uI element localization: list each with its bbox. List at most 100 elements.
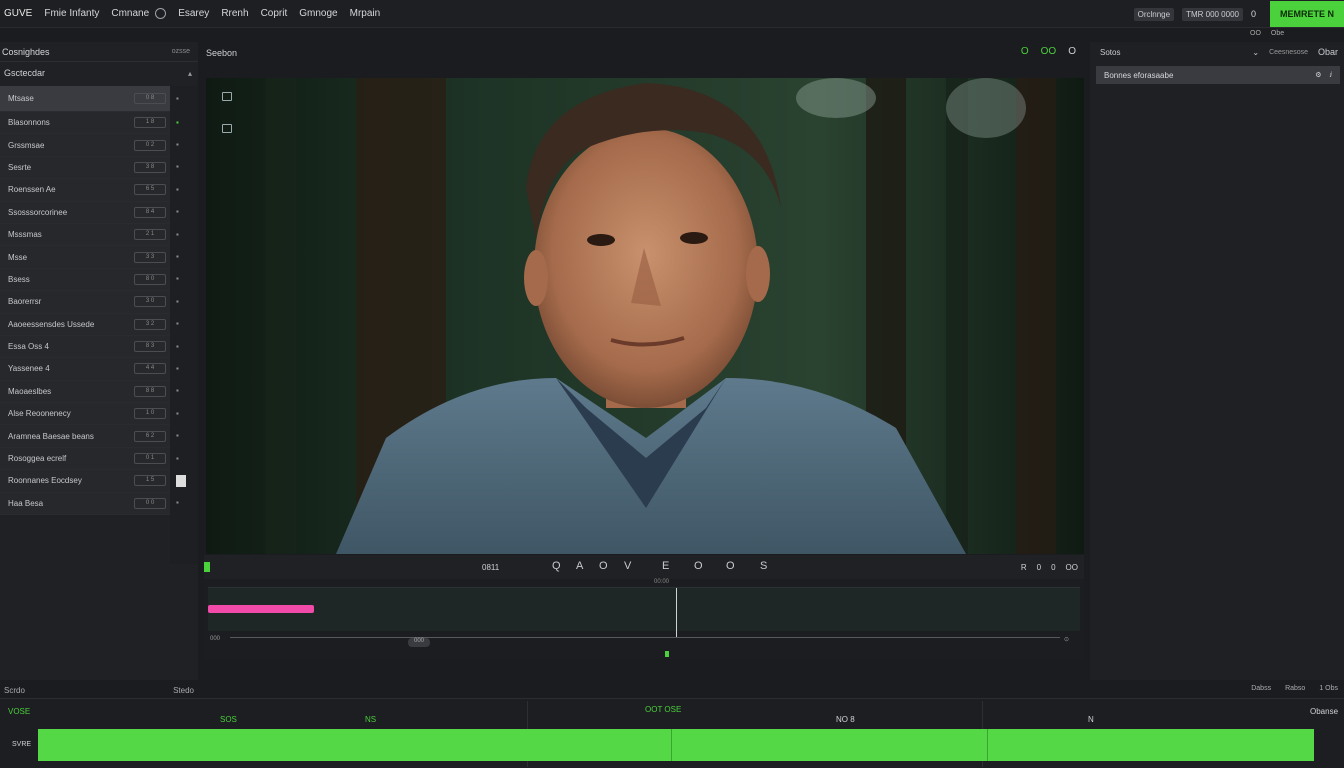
- menu-item[interactable]: Esarey: [178, 8, 209, 19]
- list-item[interactable]: Yassenee 44 4 ▪: [0, 358, 179, 381]
- link-icon[interactable]: OO: [1041, 46, 1057, 57]
- video-preview[interactable]: [206, 78, 1084, 554]
- list-item[interactable]: Sesrte 3 8 ▪: [0, 156, 179, 180]
- value-field[interactable]: 1 5: [134, 475, 166, 487]
- export-button[interactable]: MEMRETE N: [1270, 1, 1344, 27]
- record-icon[interactable]: [155, 8, 167, 19]
- toggle-icon[interactable]: ▪: [176, 342, 184, 351]
- mini-track[interactable]: [208, 587, 1080, 638]
- value-field[interactable]: 2 1: [134, 229, 166, 241]
- clip[interactable]: [208, 605, 314, 613]
- safe-area-icon[interactable]: [222, 92, 232, 101]
- value-field[interactable]: 1 8: [134, 117, 166, 129]
- zoom-end-icon[interactable]: ⊙: [1064, 636, 1069, 643]
- video-track-clip[interactable]: [38, 729, 1314, 761]
- value-field[interactable]: 0 8: [134, 93, 166, 104]
- value-field[interactable]: 4 4: [134, 363, 166, 375]
- value-field[interactable]: 8 8: [134, 385, 166, 397]
- value-field[interactable]: 0 0: [134, 497, 166, 509]
- list-item[interactable]: Roonnanes Eocdsey 1 5: [0, 470, 186, 493]
- toggle-icon[interactable]: ▪: [176, 141, 184, 149]
- value-field[interactable]: 8 4: [134, 206, 166, 218]
- toggle-icon[interactable]: ▪: [176, 230, 184, 239]
- check-icon[interactable]: V: [624, 560, 631, 572]
- info-icon[interactable]: ⅈ: [1330, 71, 1332, 79]
- toggle-icon[interactable]: ▪: [176, 387, 184, 395]
- list-item[interactable]: Rosoggea ecrelf 0 1 ▪: [0, 447, 179, 471]
- value-field[interactable]: 8 3: [134, 341, 166, 353]
- footer-label[interactable]: Dabss: [1251, 685, 1271, 692]
- main-timeline[interactable]: VOSE SOS NS OOT OSE NO 8 N Obanse SVRE: [0, 698, 1344, 768]
- toggle-icon[interactable]: ▪: [176, 94, 184, 103]
- scroll-track[interactable]: [230, 637, 1060, 638]
- crop-icon[interactable]: [222, 124, 232, 133]
- toggle-icon[interactable]: ▪: [176, 185, 184, 194]
- list-item[interactable]: Essa Oss 48 3 ▪: [0, 335, 179, 359]
- zoom-handle[interactable]: 000: [408, 638, 430, 647]
- list-icon[interactable]: E: [662, 560, 669, 572]
- toggle-icon[interactable]: ▪: [176, 297, 184, 306]
- chevron-down-icon[interactable]: ▴: [188, 69, 192, 78]
- power-icon[interactable]: O: [1021, 46, 1029, 57]
- panel-header-option[interactable]: ozsse: [172, 48, 190, 55]
- toggle-icon[interactable]: ▪: [176, 118, 184, 127]
- playhead[interactable]: [671, 729, 672, 761]
- value-field[interactable]: 1 0: [134, 408, 166, 420]
- value-field[interactable]: 0 2: [134, 139, 166, 151]
- value-field[interactable]: 6 5: [134, 184, 166, 196]
- toggle-icon[interactable]: [176, 474, 186, 487]
- value-field[interactable]: 0 1: [134, 453, 166, 465]
- marker-icon[interactable]: [204, 562, 210, 572]
- mark-icon[interactable]: Q: [552, 560, 561, 572]
- menu-item[interactable]: GUVE: [4, 8, 32, 19]
- list-item[interactable]: Bsess 8 0 ▪: [0, 268, 179, 292]
- list-item[interactable]: Grssmsae 0 2 ▪: [0, 134, 179, 157]
- toggle-icon[interactable]: ▪: [176, 409, 184, 418]
- frame-icon[interactable]: O: [726, 560, 735, 572]
- rewind-icon[interactable]: R: [1021, 563, 1027, 572]
- menu-item[interactable]: Coprit: [261, 8, 288, 19]
- value-field[interactable]: 3 8: [134, 161, 166, 173]
- chevron-down-icon[interactable]: ⌄: [1252, 48, 1259, 57]
- list-item[interactable]: Blasonnons 1 8 ▪: [0, 112, 179, 135]
- menu-item[interactable]: Gmnoge: [299, 8, 337, 19]
- marker-icon[interactable]: [665, 651, 669, 657]
- list-item[interactable]: Roenssen Ae 6 5 ▪: [0, 179, 179, 202]
- toggle-icon[interactable]: ▪: [176, 454, 184, 463]
- list-item[interactable]: Aaoeessensdes Ussede 3 2 ▪: [0, 313, 179, 336]
- prev-icon[interactable]: 0: [1037, 563, 1041, 572]
- workspace-chip[interactable]: Orclnnge: [1133, 7, 1175, 21]
- footer-label[interactable]: 1 Obs: [1319, 685, 1338, 692]
- list-item[interactable]: Msse 3 3 ▪: [0, 246, 179, 269]
- menu-item[interactable]: Rrenh: [221, 8, 248, 19]
- circle-icon[interactable]: O: [599, 560, 608, 572]
- timecode-chip[interactable]: TMR 000 0000: [1182, 7, 1243, 21]
- toggle-icon[interactable]: ▪: [176, 320, 184, 328]
- list-item[interactable]: Haa Besa 0 0 ▪: [0, 492, 179, 516]
- panel-option[interactable]: Ceesnesose: [1269, 49, 1308, 56]
- list-item[interactable]: Ssosssorcorinee 8 4 ▪: [0, 201, 179, 224]
- menu-item[interactable]: Cmnane: [111, 8, 149, 19]
- pen-icon[interactable]: A: [576, 560, 583, 572]
- toggle-icon[interactable]: ▪: [176, 253, 184, 261]
- list-item[interactable]: Maoaeslbes 8 8 ▪: [0, 380, 179, 404]
- split-icon[interactable]: S: [760, 560, 767, 572]
- list-item[interactable]: Alse Reoonenecy 1 0 ▪: [0, 403, 179, 426]
- next-icon[interactable]: 0: [1051, 563, 1055, 572]
- toggle-icon[interactable]: ▪: [176, 432, 184, 440]
- list-item[interactable]: Baorerrsr 3 0 ▪: [0, 291, 179, 314]
- list-item[interactable]: Bonnes eforasaabe ⚙ ⅈ: [1096, 66, 1340, 84]
- gear-icon[interactable]: ⚙: [1315, 71, 1321, 79]
- footer-label[interactable]: Rabso: [1285, 685, 1305, 692]
- menu-item[interactable]: Mrpain: [350, 8, 381, 19]
- menu-item[interactable]: Fmie Infanty: [44, 8, 99, 19]
- toggle-icon[interactable]: ▪: [176, 275, 184, 283]
- toggle-icon[interactable]: ▪: [176, 364, 184, 373]
- settings-icon[interactable]: O: [1068, 46, 1076, 57]
- toggle-icon[interactable]: ▪: [176, 163, 184, 171]
- value-field[interactable]: 3 2: [134, 318, 166, 330]
- list-item[interactable]: Mtsase 0 8 ▪: [0, 86, 179, 112]
- loop-icon[interactable]: O: [694, 560, 703, 572]
- playhead[interactable]: [676, 588, 677, 638]
- right-top-label[interactable]: OO: [1250, 30, 1261, 37]
